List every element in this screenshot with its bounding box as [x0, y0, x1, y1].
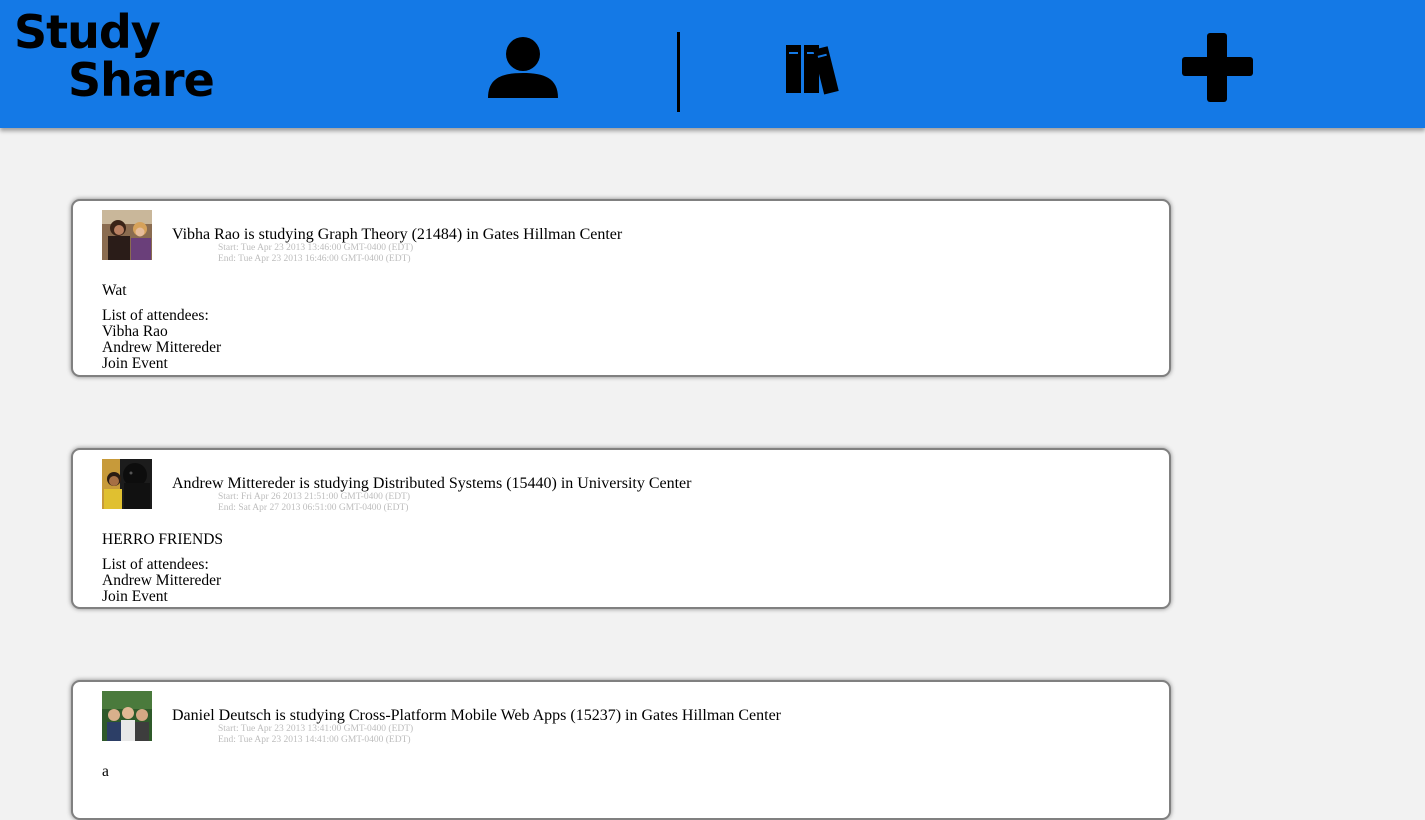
attendees-label: List of attendees:	[102, 307, 209, 324]
top-navigation-bar: Study Share	[0, 0, 1425, 128]
logo-line-2: Share	[68, 53, 215, 107]
event-card: Daniel Deutsch is studying Cross-Platfor…	[71, 680, 1171, 820]
user-icon[interactable]	[486, 36, 560, 100]
event-card: Andrew Mittereder is studying Distribute…	[71, 448, 1171, 609]
attendees-label: List of attendees:	[102, 556, 209, 573]
attendee-list: List of attendees: Andrew Mittereder Joi…	[102, 557, 221, 605]
event-headline: Daniel Deutsch is studying Cross-Platfor…	[172, 707, 782, 724]
event-end-time: End: Sat Apr 27 2013 06:51:00 GMT-0400 (…	[218, 503, 409, 513]
user-avatar	[102, 459, 152, 509]
event-description: a	[102, 763, 109, 780]
event-headline: Vibha Rao is studying Graph Theory (2148…	[172, 226, 623, 243]
books-icon[interactable]	[784, 43, 858, 95]
user-avatar	[102, 691, 152, 741]
app-logo[interactable]: Study Share	[14, 5, 215, 107]
event-headline: Andrew Mittereder is studying Distribute…	[172, 475, 692, 492]
attendee-name: Andrew Mittereder	[102, 339, 222, 356]
join-event-button[interactable]: Join Event	[102, 589, 221, 605]
event-start-time: Start: Tue Apr 23 2013 13:46:00 GMT-0400…	[218, 243, 414, 253]
attendee-name: Vibha Rao	[102, 323, 168, 340]
event-times: Start: Tue Apr 23 2013 13:46:00 GMT-0400…	[218, 243, 413, 265]
event-end-time: End: Tue Apr 23 2013 16:46:00 GMT-0400 (…	[218, 254, 411, 264]
user-avatar	[102, 210, 152, 260]
event-times: Start: Tue Apr 23 2013 13:41:00 GMT-0400…	[218, 724, 413, 746]
nav-divider	[677, 32, 680, 112]
attendee-name: Andrew Mittereder	[102, 572, 222, 589]
event-description: Wat	[102, 282, 127, 299]
event-start-time: Start: Tue Apr 23 2013 13:41:00 GMT-0400…	[218, 724, 414, 734]
join-event-button[interactable]: Join Event	[102, 356, 221, 372]
event-times: Start: Fri Apr 26 2013 21:51:00 GMT-0400…	[218, 492, 410, 514]
event-description: HERRO FRIENDS	[102, 531, 224, 548]
plus-icon[interactable]	[1181, 31, 1253, 103]
attendee-list: List of attendees: Vibha Rao Andrew Mitt…	[102, 308, 221, 372]
event-end-time: End: Tue Apr 23 2013 14:41:00 GMT-0400 (…	[218, 735, 411, 745]
event-card: Vibha Rao is studying Graph Theory (2148…	[71, 199, 1171, 377]
event-start-time: Start: Fri Apr 26 2013 21:51:00 GMT-0400…	[218, 492, 411, 502]
logo-line-1: Study	[14, 5, 161, 59]
